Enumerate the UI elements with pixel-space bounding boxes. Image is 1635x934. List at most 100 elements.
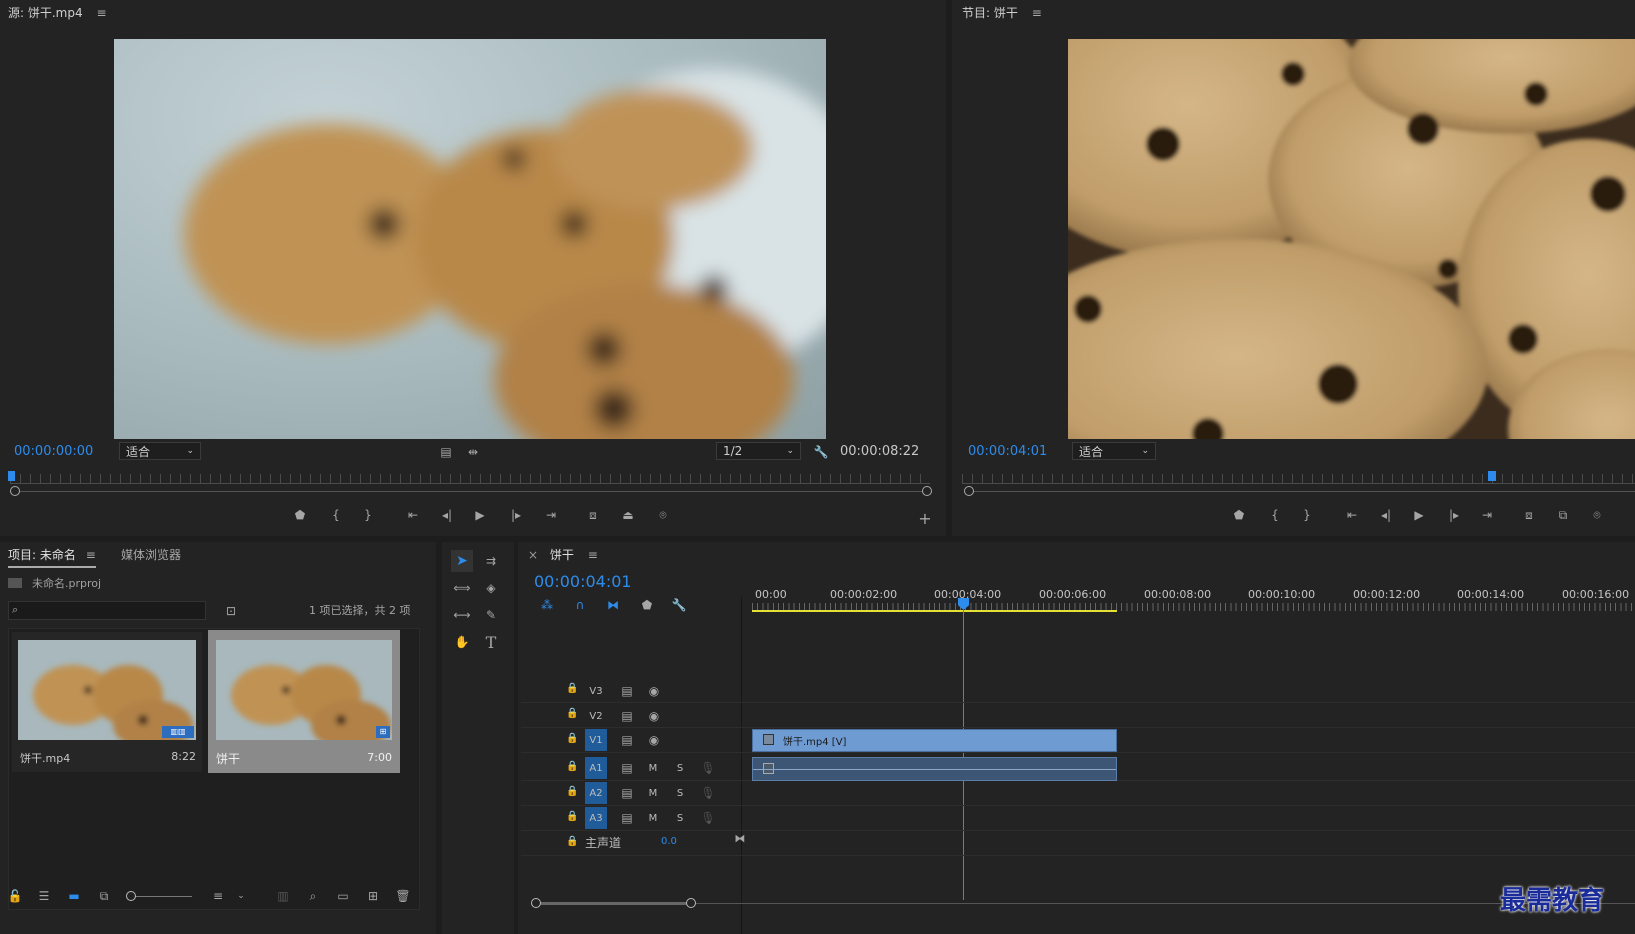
new-search-bin-icon[interactable]: ⊡ <box>220 600 242 622</box>
mark-in-icon[interactable]: { <box>1264 504 1286 526</box>
insert-icon[interactable]: ⧈ <box>582 504 604 526</box>
track-label-a1[interactable]: A1 <box>585 757 607 779</box>
source-playhead[interactable] <box>8 471 15 481</box>
trash-icon[interactable]: 🗑 <box>392 885 414 907</box>
play-icon[interactable]: ▶ <box>1408 504 1430 526</box>
step-back-icon[interactable]: ◂| <box>436 504 458 526</box>
mute-button[interactable]: M <box>642 782 664 804</box>
eye-icon[interactable]: ◉ <box>643 705 665 727</box>
go-to-out-icon[interactable]: ⇥ <box>540 504 562 526</box>
source-timecode[interactable]: 00:00:00:00 <box>14 444 93 459</box>
pen-tool-icon[interactable]: ✎ <box>480 604 502 626</box>
extract-icon[interactable]: ⧉ <box>1552 504 1574 526</box>
zoom-handle-left[interactable] <box>964 486 974 496</box>
ripple-edit-tool-icon[interactable]: ⟺ <box>451 577 473 599</box>
project-item[interactable]: ⊞ 饼干 7:00 <box>208 630 400 773</box>
microphone-icon[interactable]: 🎙 <box>697 757 719 779</box>
insert-overwrite-icon[interactable]: ⇹ <box>462 441 484 463</box>
project-item[interactable]: ▥▥ 饼干.mp4 8:22 <box>12 632 202 772</box>
sync-lock-icon[interactable]: ▤ <box>616 757 638 779</box>
hand-tool-icon[interactable]: ✋ <box>451 631 473 653</box>
settings-wrench-icon[interactable]: 🔧 <box>668 594 690 616</box>
sync-lock-icon[interactable]: ▤ <box>616 782 638 804</box>
zoom-slider[interactable] <box>128 896 192 897</box>
lock-icon[interactable]: 🔒 <box>566 733 578 744</box>
type-tool-icon[interactable]: T <box>480 631 502 653</box>
track-select-tool-icon[interactable]: ⇉ <box>480 550 502 572</box>
slip-tool-icon[interactable]: ⟷ <box>451 604 473 626</box>
add-marker-icon[interactable]: ⬟ <box>636 594 658 616</box>
panel-menu-icon[interactable]: ≡ <box>588 548 598 562</box>
snap-icon[interactable]: ⁂ <box>536 594 558 616</box>
track-label-v2[interactable]: V2 <box>585 705 607 727</box>
timeline-timecode[interactable]: 00:00:04:01 <box>534 572 632 591</box>
sync-lock-icon[interactable]: ▤ <box>616 729 638 751</box>
panel-menu-icon[interactable]: ≡ <box>1032 6 1042 20</box>
zoom-handle-right[interactable] <box>922 486 932 496</box>
program-timecode[interactable]: 00:00:04:01 <box>968 444 1047 459</box>
sort-icon[interactable]: ≡ <box>207 885 229 907</box>
program-playhead[interactable] <box>1488 471 1496 481</box>
add-marker-icon[interactable]: ⬟ <box>289 504 311 526</box>
magnet-icon[interactable]: ∩ <box>569 594 591 616</box>
mark-out-icon[interactable]: } <box>357 504 379 526</box>
new-bin-icon[interactable]: ▭ <box>332 885 354 907</box>
close-icon[interactable]: × <box>528 548 538 562</box>
freeform-view-icon[interactable]: ⧉ <box>93 885 115 907</box>
source-zoom-bar[interactable] <box>10 491 932 492</box>
list-view-icon[interactable]: ☰ <box>33 885 55 907</box>
mute-button[interactable]: M <box>642 807 664 829</box>
go-to-in-icon[interactable]: ⇤ <box>1341 504 1363 526</box>
go-to-in-icon[interactable]: ⇤ <box>402 504 424 526</box>
track-label-a2[interactable]: A2 <box>585 782 607 804</box>
sync-lock-icon[interactable]: ▤ <box>616 680 638 702</box>
eye-icon[interactable]: ◉ <box>643 729 665 751</box>
tab-project[interactable]: 项目: 未命名 ≡ <box>8 546 96 568</box>
new-item-icon[interactable]: ⊞ <box>362 885 384 907</box>
lock-icon[interactable]: 🔒 <box>566 708 578 719</box>
scroll-thumb[interactable] <box>541 902 686 905</box>
go-to-out-icon[interactable]: ⇥ <box>1476 504 1498 526</box>
audio-clip[interactable] <box>752 757 1117 781</box>
camera-icon[interactable]: ⌾ <box>1586 504 1608 526</box>
master-volume-value[interactable]: 0.0 <box>661 836 677 847</box>
microphone-icon[interactable]: 🎙 <box>697 782 719 804</box>
step-forward-icon[interactable]: |▸ <box>505 504 527 526</box>
source-mini-ruler[interactable] <box>10 474 930 484</box>
tab-media-browser[interactable]: 媒体浏览器 <box>121 546 181 563</box>
timeline-scrollbar[interactable] <box>536 903 1635 904</box>
work-area-bar[interactable] <box>752 610 1117 612</box>
scroll-handle-right[interactable] <box>686 898 696 908</box>
lock-icon[interactable]: 🔒 <box>566 836 578 847</box>
icon-view-icon[interactable]: ▬ <box>63 885 85 907</box>
step-back-icon[interactable]: ◂| <box>1375 504 1397 526</box>
lock-icon[interactable]: 🔒 <box>566 811 578 822</box>
play-icon[interactable]: ▶ <box>469 504 491 526</box>
microphone-icon[interactable]: 🎙 <box>697 807 719 829</box>
selection-tool-icon[interactable]: ➤ <box>451 550 473 572</box>
master-bowtie-icon[interactable]: ⧓ <box>729 827 751 849</box>
solo-button[interactable]: S <box>669 782 691 804</box>
track-label-v3[interactable]: V3 <box>585 680 607 702</box>
mute-button[interactable]: M <box>642 757 664 779</box>
panel-menu-icon[interactable]: ≡ <box>96 6 106 20</box>
program-fit-dropdown[interactable]: 适合 ⌄ <box>1072 442 1156 460</box>
linked-selection-icon[interactable]: ⧓ <box>602 594 624 616</box>
track-label-v1[interactable]: V1 <box>585 729 607 751</box>
camera-icon[interactable]: ⌾ <box>652 504 674 526</box>
automate-to-sequence-icon[interactable]: ▥ <box>272 885 294 907</box>
solo-button[interactable]: S <box>669 757 691 779</box>
overwrite-icon[interactable]: ⏏ <box>617 504 639 526</box>
search-input[interactable]: ⌕ <box>8 601 206 620</box>
eye-icon[interactable]: ◉ <box>643 680 665 702</box>
panel-menu-icon[interactable]: ≡ <box>86 548 96 562</box>
program-zoom-bar[interactable] <box>966 491 1635 492</box>
settings-wrench-icon[interactable]: 🔧 <box>810 441 832 463</box>
source-monitor-title[interactable]: 源: 饼干.mp4 ≡ <box>8 4 107 21</box>
solo-button[interactable]: S <box>669 807 691 829</box>
lift-icon[interactable]: ⧈ <box>1518 504 1540 526</box>
lock-icon[interactable]: 🔒 <box>566 761 578 772</box>
sync-lock-icon[interactable]: ▤ <box>616 705 638 727</box>
add-button-icon[interactable]: + <box>914 507 936 529</box>
zoom-slider-knob[interactable] <box>126 891 136 901</box>
